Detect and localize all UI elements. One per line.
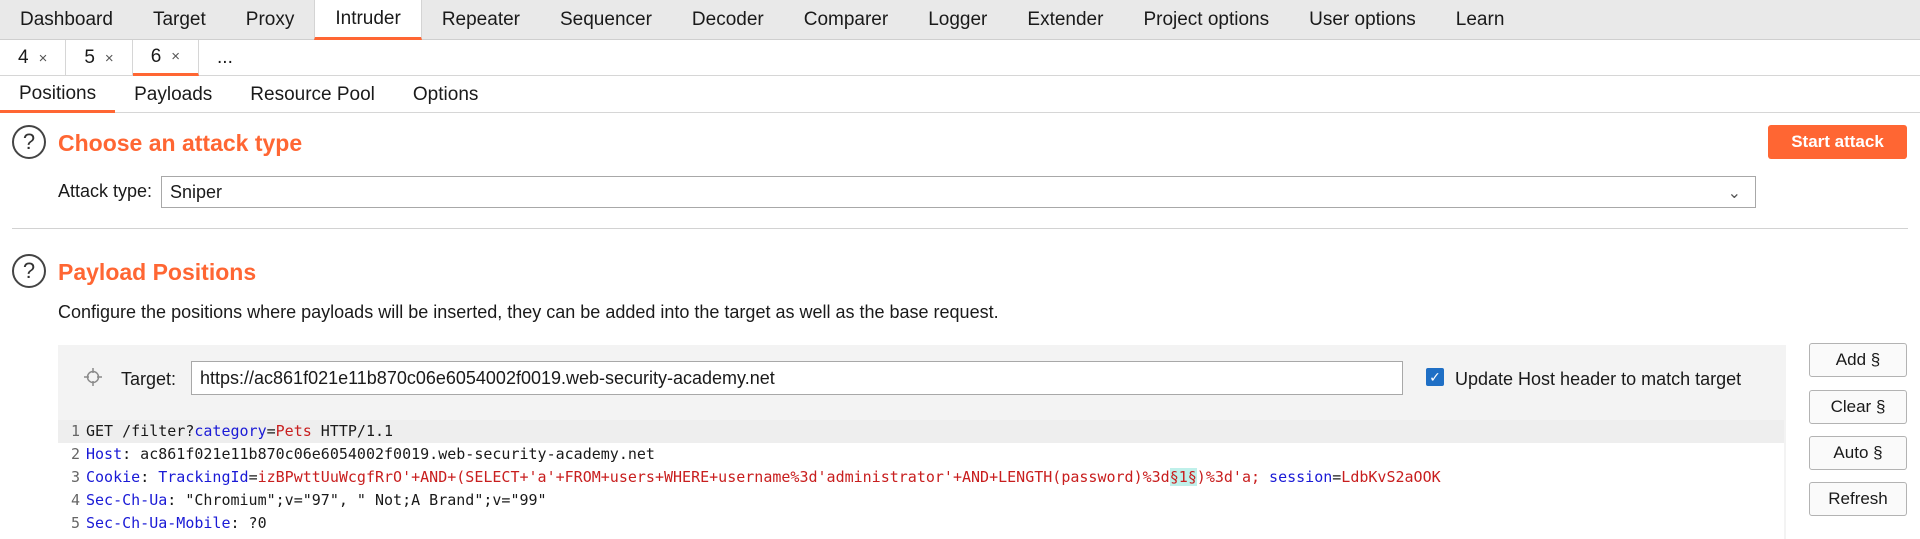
line-number: 3 — [70, 468, 80, 486]
section-title-attack-type: Choose an attack type — [58, 130, 303, 156]
request-text: = — [266, 422, 276, 440]
tab-target[interactable]: Target — [133, 0, 226, 40]
request-text: : — [140, 468, 159, 486]
new-tab-button[interactable]: ... — [199, 40, 251, 76]
line-number: 2 — [70, 445, 80, 463]
attack-tab-label: 4 — [18, 47, 29, 68]
tab-options[interactable]: Options — [394, 77, 497, 113]
cookie-value: )%3d'a; — [1196, 468, 1270, 486]
header-name: Sec-Ch-Ua — [86, 491, 168, 509]
tab-dashboard[interactable]: Dashboard — [0, 0, 133, 40]
target-url-input[interactable]: https://ac861f021e11b870c06e6054002f0019… — [191, 361, 1403, 395]
request-line: 2 Host: ac861f021e11b870c06e6054002f0019.… — [58, 443, 1784, 466]
close-icon[interactable]: × — [105, 50, 114, 67]
tab-intruder[interactable]: Intruder — [314, 0, 422, 40]
help-circle-icon[interactable]: ? — [12, 125, 46, 159]
tab-logger[interactable]: Logger — [908, 0, 1007, 40]
tab-decoder[interactable]: Decoder — [672, 0, 784, 40]
attack-type-value: Sniper — [170, 181, 223, 202]
request-line: 5 Sec-Ch-Ua-Mobile: ?0 — [58, 512, 1784, 535]
cookie-name: session — [1269, 468, 1333, 486]
crosshair-icon — [84, 368, 102, 386]
tab-learn[interactable]: Learn — [1436, 0, 1525, 40]
intruder-subtab-bar: Positions Payloads Resource Pool Options — [0, 77, 1920, 113]
attack-tab-bar: 4 × 5 × 6 × ... — [0, 40, 1920, 76]
header-value: : ac861f021e11b870c06e6054002f0019.web-s… — [122, 445, 655, 463]
request-line: 1 GET /filter?category=Pets HTTP/1.1 — [58, 420, 1784, 443]
header-value: : "Chromium";v="97", " Not;A Brand";v="9… — [167, 491, 547, 509]
tab-project-options[interactable]: Project options — [1123, 0, 1289, 40]
auto-markers-button[interactable]: Auto § — [1809, 436, 1907, 470]
param-name: category — [194, 422, 267, 440]
tab-repeater[interactable]: Repeater — [422, 0, 540, 40]
attack-tab-label: 5 — [84, 47, 95, 68]
clear-markers-button[interactable]: Clear § — [1809, 390, 1907, 424]
section-title-payload-positions: Payload Positions — [58, 259, 257, 285]
payload-marker[interactable]: §1§ — [1169, 468, 1197, 486]
close-icon[interactable]: × — [171, 48, 180, 65]
header-name: Host — [86, 445, 123, 463]
add-marker-button[interactable]: Add § — [1809, 343, 1907, 377]
close-icon[interactable]: × — [39, 50, 48, 67]
cookie-value: LdbKvS2aOOK — [1341, 468, 1441, 486]
tab-payloads[interactable]: Payloads — [115, 77, 231, 113]
attack-type-label: Attack type: — [58, 181, 153, 201]
tab-proxy[interactable]: Proxy — [226, 0, 315, 40]
help-circle-icon[interactable]: ? — [12, 254, 46, 288]
tab-comparer[interactable]: Comparer — [784, 0, 908, 40]
tab-positions[interactable]: Positions — [0, 77, 116, 113]
tool-tab-bar: Dashboard Target Proxy Intruder Repeater… — [0, 0, 1920, 40]
param-value: Pets — [275, 422, 312, 440]
tab-extender[interactable]: Extender — [1007, 0, 1123, 40]
request-text: = — [1332, 468, 1342, 486]
tab-user-options[interactable]: User options — [1289, 0, 1436, 40]
header-name: Sec-Ch-Ua-Mobile — [86, 514, 231, 532]
checkmark-icon: ✓ — [1429, 368, 1441, 385]
attack-tab-6[interactable]: 6 × — [132, 40, 200, 76]
line-number: 5 — [70, 514, 80, 532]
request-text: = — [248, 468, 258, 486]
header-value: : ?0 — [230, 514, 267, 532]
attack-tab-label: 6 — [150, 45, 162, 67]
header-name: Cookie — [86, 468, 141, 486]
cookie-value: izBPwttUuWcgfRrO'+AND+(SELECT+'a'+FROM+u… — [257, 468, 1170, 486]
target-label: Target: — [121, 369, 177, 389]
cookie-name: TrackingId — [158, 468, 249, 486]
attack-type-select[interactable]: Sniper ⌄ — [161, 176, 1756, 208]
chevron-down-icon: ⌄ — [1727, 185, 1741, 202]
attack-tab-4[interactable]: 4 × — [0, 40, 67, 76]
tab-sequencer[interactable]: Sequencer — [540, 0, 672, 40]
request-line: 3 Cookie: TrackingId=izBPwttUuWcgfRrO'+AN… — [58, 466, 1784, 489]
tab-resource-pool[interactable]: Resource Pool — [231, 77, 394, 113]
request-text: GET /filter? — [86, 422, 195, 440]
refresh-button[interactable]: Refresh — [1809, 482, 1907, 516]
start-attack-button[interactable]: Start attack — [1768, 125, 1907, 159]
update-host-label: Update Host header to match target — [1455, 369, 1742, 389]
section-divider — [12, 228, 1908, 229]
attack-tab-5[interactable]: 5 × — [66, 40, 133, 76]
line-number: 1 — [70, 422, 80, 440]
line-number: 4 — [70, 491, 80, 509]
payload-positions-description: Configure the positions where payloads w… — [58, 302, 999, 322]
request-line: 4 Sec-Ch-Ua: "Chromium";v="97", " Not;A B… — [58, 489, 1784, 512]
request-text: HTTP/1.1 — [311, 422, 394, 440]
request-editor[interactable]: 1 GET /filter?category=Pets HTTP/1.1 2 Hos… — [58, 420, 1784, 539]
update-host-checkbox[interactable]: ✓ — [1426, 368, 1444, 386]
